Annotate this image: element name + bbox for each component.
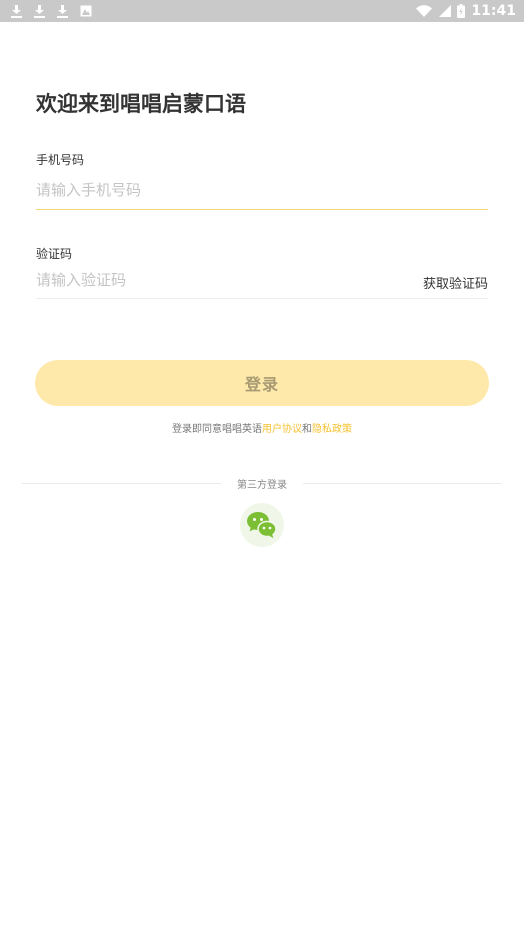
code-label: 验证码 <box>36 247 73 261</box>
get-code-button[interactable]: 获取验证码 <box>423 273 488 292</box>
status-bar: 11:41 <box>0 0 524 22</box>
wechat-icon <box>246 511 278 539</box>
agreement-and: 和 <box>302 424 312 435</box>
download-icon <box>56 4 69 18</box>
phone-input-underline <box>36 209 488 210</box>
code-input[interactable] <box>36 265 416 295</box>
page-title: 欢迎来到唱唱启蒙口语 <box>36 92 246 116</box>
user-agreement-link[interactable]: 用户协议 <box>262 424 302 435</box>
phone-label: 手机号码 <box>36 153 85 167</box>
third-party-label: 第三方登录 <box>237 479 287 491</box>
privacy-policy-link[interactable]: 隐私政策 <box>312 424 352 435</box>
battery-icon <box>457 4 466 18</box>
agreement-prefix: 登录即同意唱唱英语 <box>172 424 262 435</box>
status-bar-system: 11:41 <box>416 3 516 19</box>
divider-line <box>22 482 221 484</box>
third-party-divider: 第三方登录 <box>22 476 502 491</box>
signal-icon <box>438 4 451 18</box>
download-icon <box>33 4 46 18</box>
status-bar-notifications <box>10 4 92 18</box>
login-button[interactable]: 登录 <box>35 360 489 406</box>
photo-icon <box>79 4 92 18</box>
wechat-login-button[interactable] <box>240 503 284 547</box>
code-input-underline <box>36 298 488 299</box>
download-icon <box>10 4 23 18</box>
status-time: 11:41 <box>471 3 516 19</box>
agreement-text: 登录即同意唱唱英语用户协议和隐私政策 <box>0 420 524 435</box>
phone-input[interactable] <box>36 175 488 205</box>
wifi-icon <box>416 4 433 18</box>
divider-line <box>303 482 502 484</box>
